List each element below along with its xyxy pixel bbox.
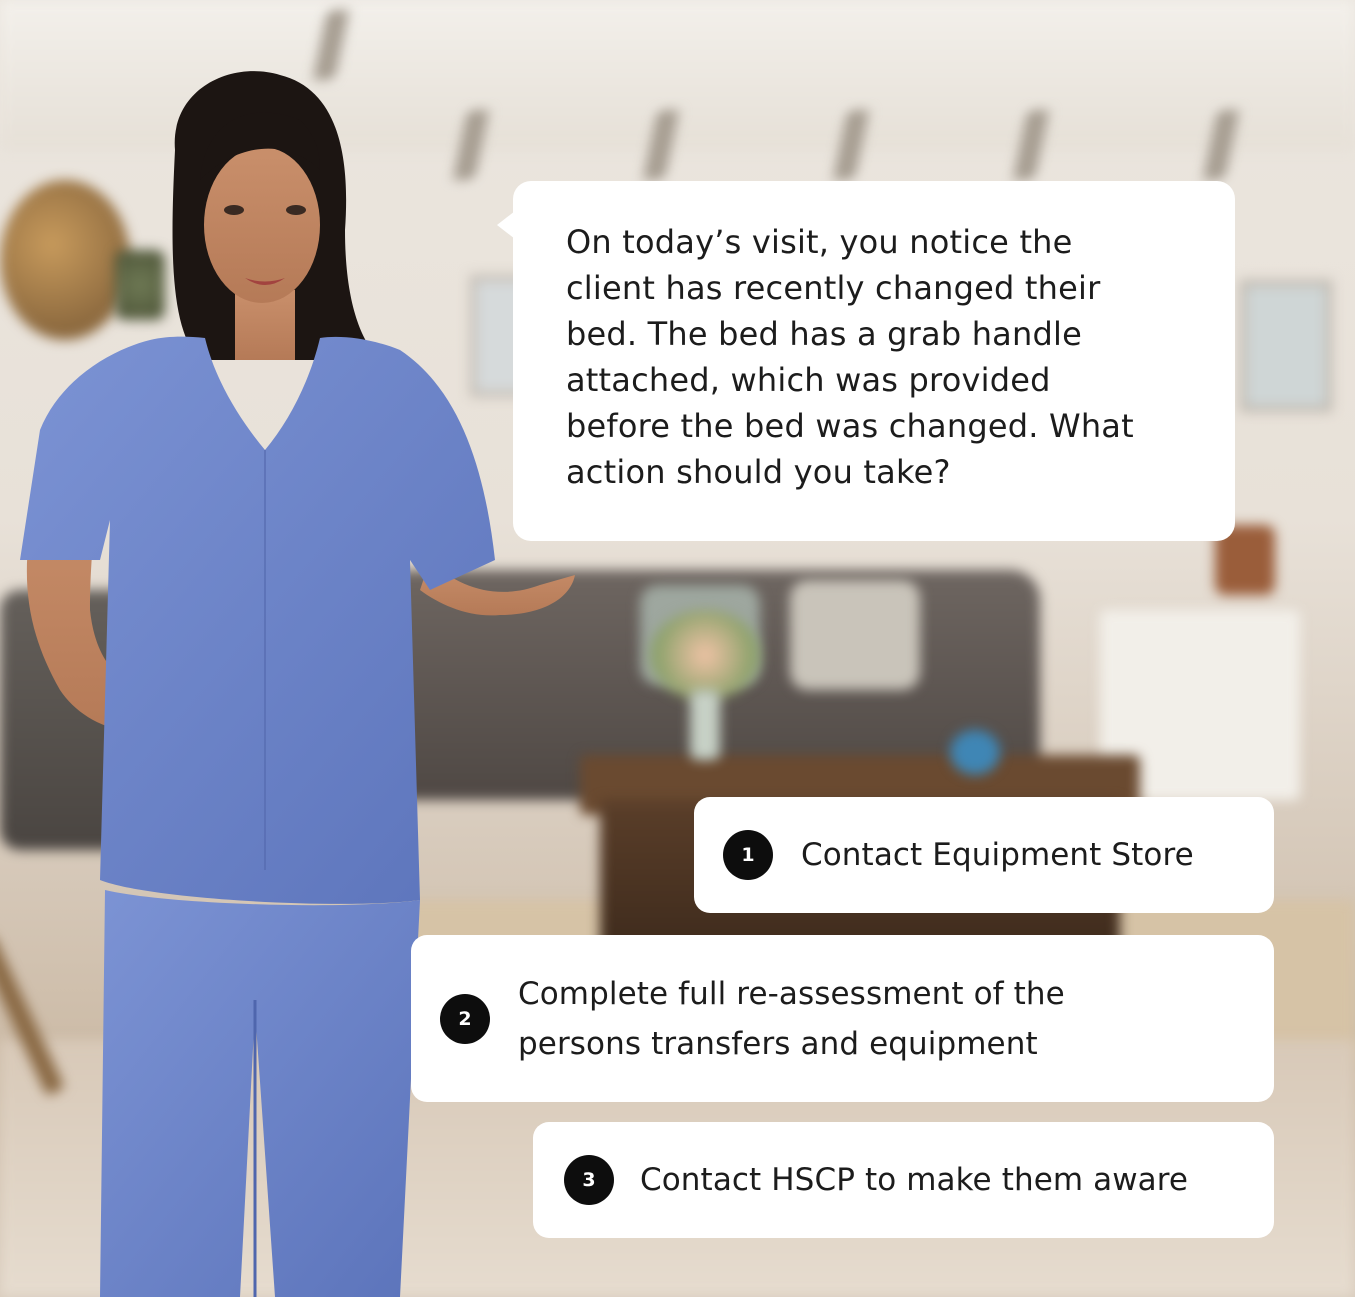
question-text: On today’s visit, you notice the client … <box>566 223 1134 491</box>
window <box>1240 280 1332 412</box>
teapot <box>950 730 1000 775</box>
nurse-character <box>20 71 575 1297</box>
flower-bouquet <box>650 610 760 700</box>
cushion <box>790 580 920 690</box>
option-number-badge: 3 <box>564 1155 614 1205</box>
option-2-button[interactable]: 2 Complete full re-assessment of the per… <box>411 935 1274 1102</box>
option-3-button[interactable]: 3 Contact HSCP to make them aware <box>533 1122 1274 1238</box>
option-number-badge: 1 <box>723 830 773 880</box>
question-speech-bubble: On today’s visit, you notice the client … <box>497 181 1235 541</box>
option-label: Contact HSCP to make them aware <box>640 1162 1189 1198</box>
option-label: Complete full re-assessment of the perso… <box>518 975 1065 1062</box>
option-1-button[interactable]: 1 Contact Equipment Store <box>694 797 1274 913</box>
option-label: Contact Equipment Store <box>801 837 1194 873</box>
vase <box>690 690 720 760</box>
option-number-badge: 2 <box>440 993 490 1044</box>
